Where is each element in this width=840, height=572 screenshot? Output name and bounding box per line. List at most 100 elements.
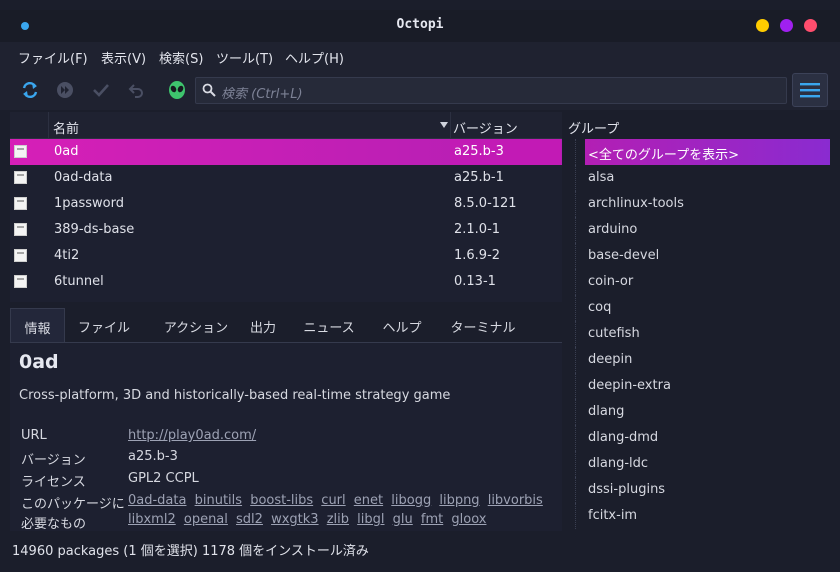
dependency-link[interactable]: zlib [327,512,349,527]
titlebar: Octopi [0,10,840,42]
dependency-link[interactable]: binutils [195,493,242,508]
group-list: グループ <全てのグループを表示> alsa archlinux-tools a… [563,112,831,530]
dependency-link[interactable]: curl [321,493,345,508]
tab-terminal[interactable]: ターミナル [443,308,523,342]
dependency-link[interactable]: gloox [451,512,486,527]
dependency-link[interactable]: openal [184,512,228,527]
sort-desc-icon [440,122,448,128]
url-link[interactable]: http://play0ad.com/ [128,428,256,443]
maximize-button[interactable] [780,19,793,32]
commit-button[interactable] [89,78,113,102]
group-label: archlinux-tools [588,196,684,211]
group-label: coq [588,300,612,315]
menu-file[interactable]: ファイル(F) [18,48,88,67]
dependency-link[interactable]: sdl2 [236,512,263,527]
sync-button[interactable] [18,78,42,102]
column-header-name[interactable]: 名前 [53,118,79,137]
menubar: ファイル(F) 表示(V) 検索(S) ツール(T) ヘルプ(H) [0,42,840,70]
group-item-all[interactable]: <全てのグループを表示> [563,139,831,165]
undo-icon [128,84,143,98]
tab-news[interactable]: ニュース [296,308,362,342]
forward-button[interactable] [53,78,77,102]
tab-label: 情報 [24,322,51,337]
package-title: 0ad [19,351,59,373]
group-item[interactable]: archlinux-tools [563,191,831,217]
sync-icon [22,81,38,99]
group-label: fcitx-im [588,508,638,523]
dependency-link[interactable]: fmt [421,512,443,527]
package-version: a25.b-3 [454,144,504,159]
window-title: Octopi [396,17,444,32]
dependency-link[interactable]: wxgtk3 [271,512,318,527]
tab-info[interactable]: 情報 [10,308,65,343]
menu-view[interactable]: 表示(V) [101,48,146,67]
dependency-link[interactable]: libgl [357,512,384,527]
table-row[interactable]: 1password 8.5.0-121 [10,191,562,217]
close-button[interactable] [804,19,817,32]
group-label: deepin-extra [588,378,671,393]
table-row[interactable]: 4ti2 1.6.9-2 [10,243,562,269]
package-name: 389-ds-base [54,222,135,237]
table-row[interactable]: 389-ds-base 2.1.0-1 [10,217,562,243]
tab-actions[interactable]: アクション [150,308,242,342]
group-item[interactable]: dlang-dmd [563,425,831,451]
menu-search[interactable]: 検索(S) [159,48,203,67]
group-item[interactable]: deepin-extra [563,373,831,399]
tab-label: ファイル [77,321,130,336]
tab-help[interactable]: ヘルプ [374,308,430,342]
hamburger-menu-icon [800,83,820,98]
dependency-link[interactable]: enet [354,493,383,508]
group-item[interactable]: fcitx-im [563,503,831,529]
group-item[interactable]: coin-or [563,269,831,295]
dependency-link[interactable]: libpng [439,493,479,508]
tab-files[interactable]: ファイル [68,308,140,342]
group-label: dlang-ldc [588,456,649,471]
header-divider [450,112,451,138]
tab-label: ニュース [303,321,355,336]
package-status-icon [14,249,27,262]
package-info-panel: 0ad Cross-platform, 3D and historically-… [10,342,562,531]
search-input[interactable]: 検索 (Ctrl+L) [195,77,787,104]
package-name: 6tunnel [54,274,104,289]
group-item[interactable]: cutefish [563,321,831,347]
tab-label: ターミナル [450,321,516,336]
hamburger-menu-button[interactable] [792,73,828,107]
column-header-version[interactable]: バージョン [453,118,518,137]
group-label: dlang [588,404,625,419]
table-row[interactable]: 6tunnel 0.13-1 [10,269,562,295]
rollback-button[interactable] [124,78,148,102]
dependency-link[interactable]: libxml2 [128,512,176,527]
group-item[interactable]: arduino [563,217,831,243]
status-bar: 14960 packages (1 個を選択) 1178 個をインストール済み [0,531,840,563]
dependency-link[interactable]: libvorbis [488,493,543,508]
url-label: URL [21,428,47,443]
dependency-link[interactable]: boost-libs [250,493,313,508]
group-item[interactable]: dssi-plugins [563,477,831,503]
group-item[interactable]: base-devel [563,243,831,269]
table-row[interactable]: 0ad a25.b-3 [10,139,562,165]
group-item[interactable]: deepin [563,347,831,373]
search-placeholder: 検索 (Ctrl+L) [221,87,303,102]
toolbar: 検索 (Ctrl+L) [0,70,840,110]
forward-icon [57,82,73,98]
tab-output[interactable]: 出力 [244,308,282,342]
menu-tools[interactable]: ツール(T) [216,48,273,67]
dependency-link[interactable]: libogg [391,493,431,508]
dependencies-label-line1: このパッケージに [21,497,125,512]
group-list-header: グループ [568,122,620,137]
dependency-link[interactable]: 0ad-data [128,493,186,508]
package-status-icon [14,171,27,184]
table-row[interactable]: 0ad-data a25.b-1 [10,165,562,191]
aur-button[interactable] [165,78,189,102]
group-item[interactable]: dlang [563,399,831,425]
minimize-button[interactable] [756,19,769,32]
package-name: 0ad [54,144,79,159]
group-item[interactable]: coq [563,295,831,321]
menu-help[interactable]: ヘルプ(H) [285,48,344,67]
group-item[interactable]: dlang-ldc [563,451,831,477]
dependency-link[interactable]: glu [393,512,413,527]
package-list: 名前 バージョン 0ad a25.b-3 0ad-data a25.b-1 1p… [10,112,562,302]
package-status-icon [14,197,27,210]
tab-label: アクション [163,321,229,336]
group-item[interactable]: alsa [563,165,831,191]
